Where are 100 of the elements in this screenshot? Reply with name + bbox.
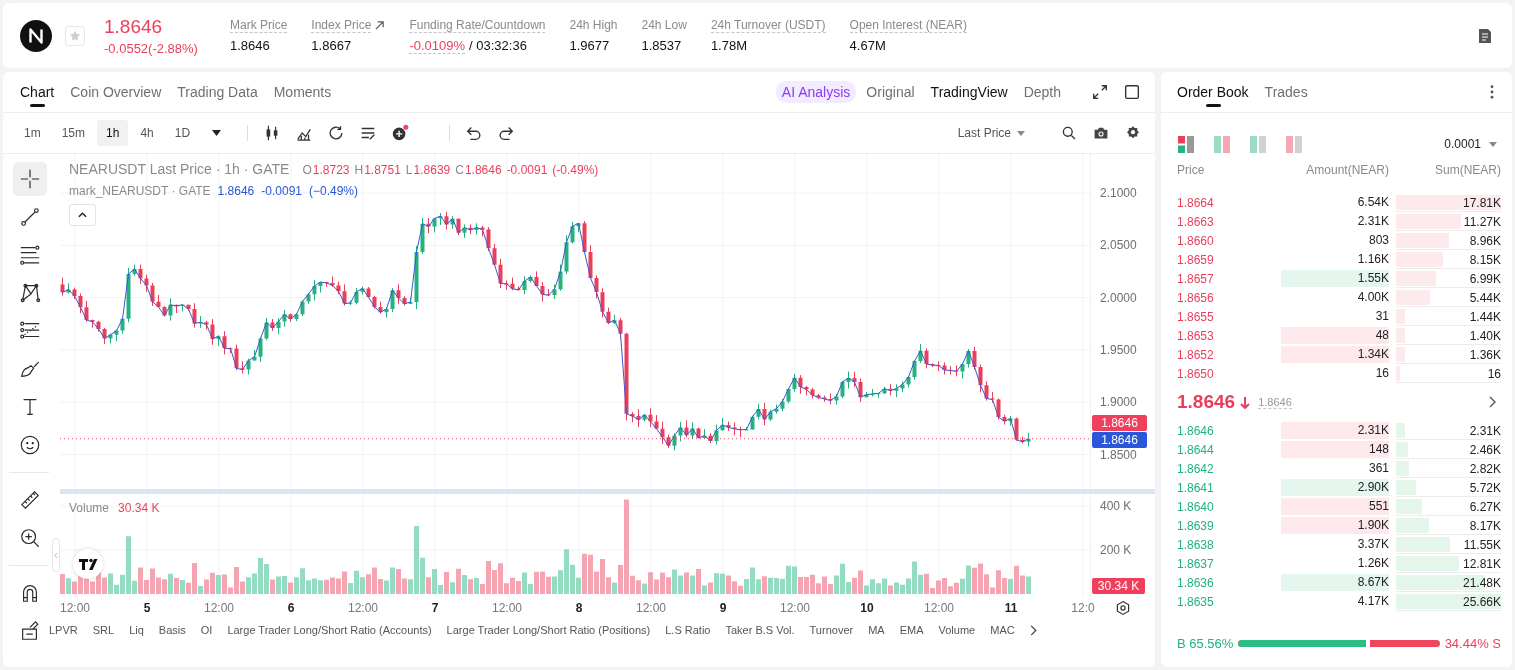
amount-value: 1.90K xyxy=(1281,517,1389,534)
chart-view-tab[interactable]: TradingView xyxy=(930,72,1008,112)
indicator-button[interactable]: EMA xyxy=(899,624,924,636)
indicator-button[interactable]: Turnover xyxy=(809,624,854,636)
interval-tab[interactable]: 1m xyxy=(15,120,50,146)
time-axis-label: 12:00 xyxy=(780,601,810,615)
crosshair-tool[interactable] xyxy=(13,162,47,196)
ask-price: 1.8653 xyxy=(1177,328,1215,343)
zoom-in-icon xyxy=(19,527,41,549)
chart-tab[interactable]: Coin Overview xyxy=(70,72,162,112)
chart-tab[interactable]: Trading Data xyxy=(177,72,258,112)
indicator-button[interactable]: L.S Ratio xyxy=(665,624,711,636)
camera-icon[interactable] xyxy=(1093,125,1109,141)
external-link-icon[interactable] xyxy=(374,20,386,31)
precision-dropdown[interactable]: 0.0001 xyxy=(1444,137,1497,151)
sum-value: 25.66K xyxy=(1462,594,1501,609)
sum-value: 1.44K xyxy=(1469,309,1501,324)
stat-label: Mark Price xyxy=(230,18,288,33)
sum-value: 5.72K xyxy=(1469,480,1501,495)
square-icon[interactable] xyxy=(1123,83,1141,101)
indicator-button[interactable]: Taker B.S Vol. xyxy=(725,624,795,636)
caret-down-icon xyxy=(1017,130,1025,136)
bid-price: 1.8635 xyxy=(1177,594,1215,609)
amount-value: 2.90K xyxy=(1281,479,1389,496)
amount-value: 2.31K xyxy=(1356,213,1389,230)
amount-value: 8.67K xyxy=(1281,574,1389,591)
indicator-button[interactable]: OI xyxy=(200,624,213,636)
time-axis-label: 12:00 xyxy=(924,601,954,615)
ohlc-value: C 1.8646 xyxy=(455,163,502,177)
sum-value: 6.99K xyxy=(1469,271,1501,286)
ask-price: 1.8659 xyxy=(1177,252,1215,267)
price-source-dropdown[interactable]: Last Price xyxy=(957,126,1025,140)
amount-value: 4.00K xyxy=(1356,289,1389,306)
bid-price: 1.8636 xyxy=(1177,575,1215,590)
sum-value: 8.17K xyxy=(1469,518,1501,533)
ohlc-value: O1.8723 xyxy=(302,163,350,177)
settings-icon[interactable] xyxy=(1125,125,1141,141)
axis-settings-icon[interactable] xyxy=(1114,600,1131,616)
stat-value: 1.8537 xyxy=(641,38,682,53)
volume-axis-label: 200 K xyxy=(1100,543,1132,557)
interval-tab[interactable]: 4h xyxy=(131,120,163,146)
time-axis-label: 12:00 xyxy=(204,601,234,615)
chevron-up-icon xyxy=(78,212,87,218)
chart-view-tab[interactable]: Original xyxy=(866,72,915,112)
notebook-icon[interactable] xyxy=(1479,28,1491,43)
expand-icon[interactable] xyxy=(1091,83,1109,101)
amount-value: 16 xyxy=(1374,365,1389,382)
indicator-button[interactable]: Basis xyxy=(158,624,186,636)
time-axis-label: 7 xyxy=(431,601,439,615)
indicator-button[interactable]: MA xyxy=(868,624,885,636)
sum-value: 17.81K xyxy=(1462,195,1501,210)
indicator-button[interactable]: Large Trader Long/Short Ratio (Accounts) xyxy=(227,624,432,636)
amount-value: 148 xyxy=(1281,441,1389,458)
ai-analysis-button[interactable]: AI Analysis xyxy=(775,81,857,103)
interval-tab[interactable]: 1D xyxy=(165,120,200,146)
order-book-tab[interactable]: Trades xyxy=(1264,72,1308,112)
mark-price-tag: 1.8646 xyxy=(1092,432,1147,448)
chart-tab[interactable]: Chart xyxy=(20,72,55,112)
indicator-button[interactable]: MAC xyxy=(990,624,1015,636)
indicator-button[interactable]: SRL xyxy=(92,624,115,636)
stat-value: 1.8667 xyxy=(311,38,352,53)
add-indicator-icon[interactable] xyxy=(391,124,410,142)
amount-value: 803 xyxy=(1367,232,1389,249)
chart-logo-icon[interactable] xyxy=(73,549,103,579)
ask-price: 1.8656 xyxy=(1177,290,1215,305)
time-axis-label: 11 xyxy=(1004,601,1018,615)
more-menu-icon[interactable] xyxy=(1490,85,1494,99)
interval-tab[interactable]: 15m xyxy=(52,120,94,146)
amount-value: 1.34K xyxy=(1281,346,1389,363)
stat-label: 24h Low xyxy=(641,18,687,33)
indicator-button[interactable]: Large Trader Long/Short Ratio (Positions) xyxy=(446,624,651,636)
book-layout-icon[interactable] xyxy=(1178,135,1195,153)
time-axis-label: 6 xyxy=(287,601,295,615)
stat-label: 24h High xyxy=(569,18,618,33)
indicator-button[interactable]: LPVR xyxy=(49,624,78,636)
sum-value: 2.46K xyxy=(1469,442,1501,457)
redo-icon[interactable] xyxy=(497,124,516,142)
price-axis-label: 2.0000 xyxy=(1100,290,1137,305)
trend-line-icon xyxy=(19,206,41,228)
interval-tab[interactable]: 1h xyxy=(97,120,129,146)
stat-label: Open Interest (NEAR) xyxy=(849,18,967,33)
collapse-legend-button[interactable] xyxy=(69,204,96,226)
chart-tab[interactable]: Moments xyxy=(273,72,332,112)
ask-price: 1.8657 xyxy=(1177,271,1215,286)
mark-legend-value: (−0.49%) xyxy=(309,184,358,198)
search-icon[interactable] xyxy=(1061,125,1077,141)
ask-price: 1.8660 xyxy=(1177,233,1215,248)
time-axis-label: 9 xyxy=(719,601,727,615)
chart-view-tab[interactable]: Depth xyxy=(1023,72,1061,112)
indicator-button[interactable]: Liq xyxy=(129,624,144,636)
caret-down-icon[interactable] xyxy=(212,130,222,136)
chevron-right-icon[interactable] xyxy=(1489,396,1496,408)
price-change: -0.0552(-2.88%) xyxy=(104,40,199,56)
ask-price: 1.8664 xyxy=(1177,195,1215,210)
sum-value: 2.31K xyxy=(1469,423,1501,438)
mark-price-value: 1.8646 xyxy=(1258,395,1292,409)
indicator-button[interactable]: Volume xyxy=(938,624,976,636)
chevron-right-icon[interactable] xyxy=(1029,624,1037,636)
bid-price: 1.8646 xyxy=(1177,423,1215,438)
order-book-tab[interactable]: Order Book xyxy=(1177,72,1249,112)
